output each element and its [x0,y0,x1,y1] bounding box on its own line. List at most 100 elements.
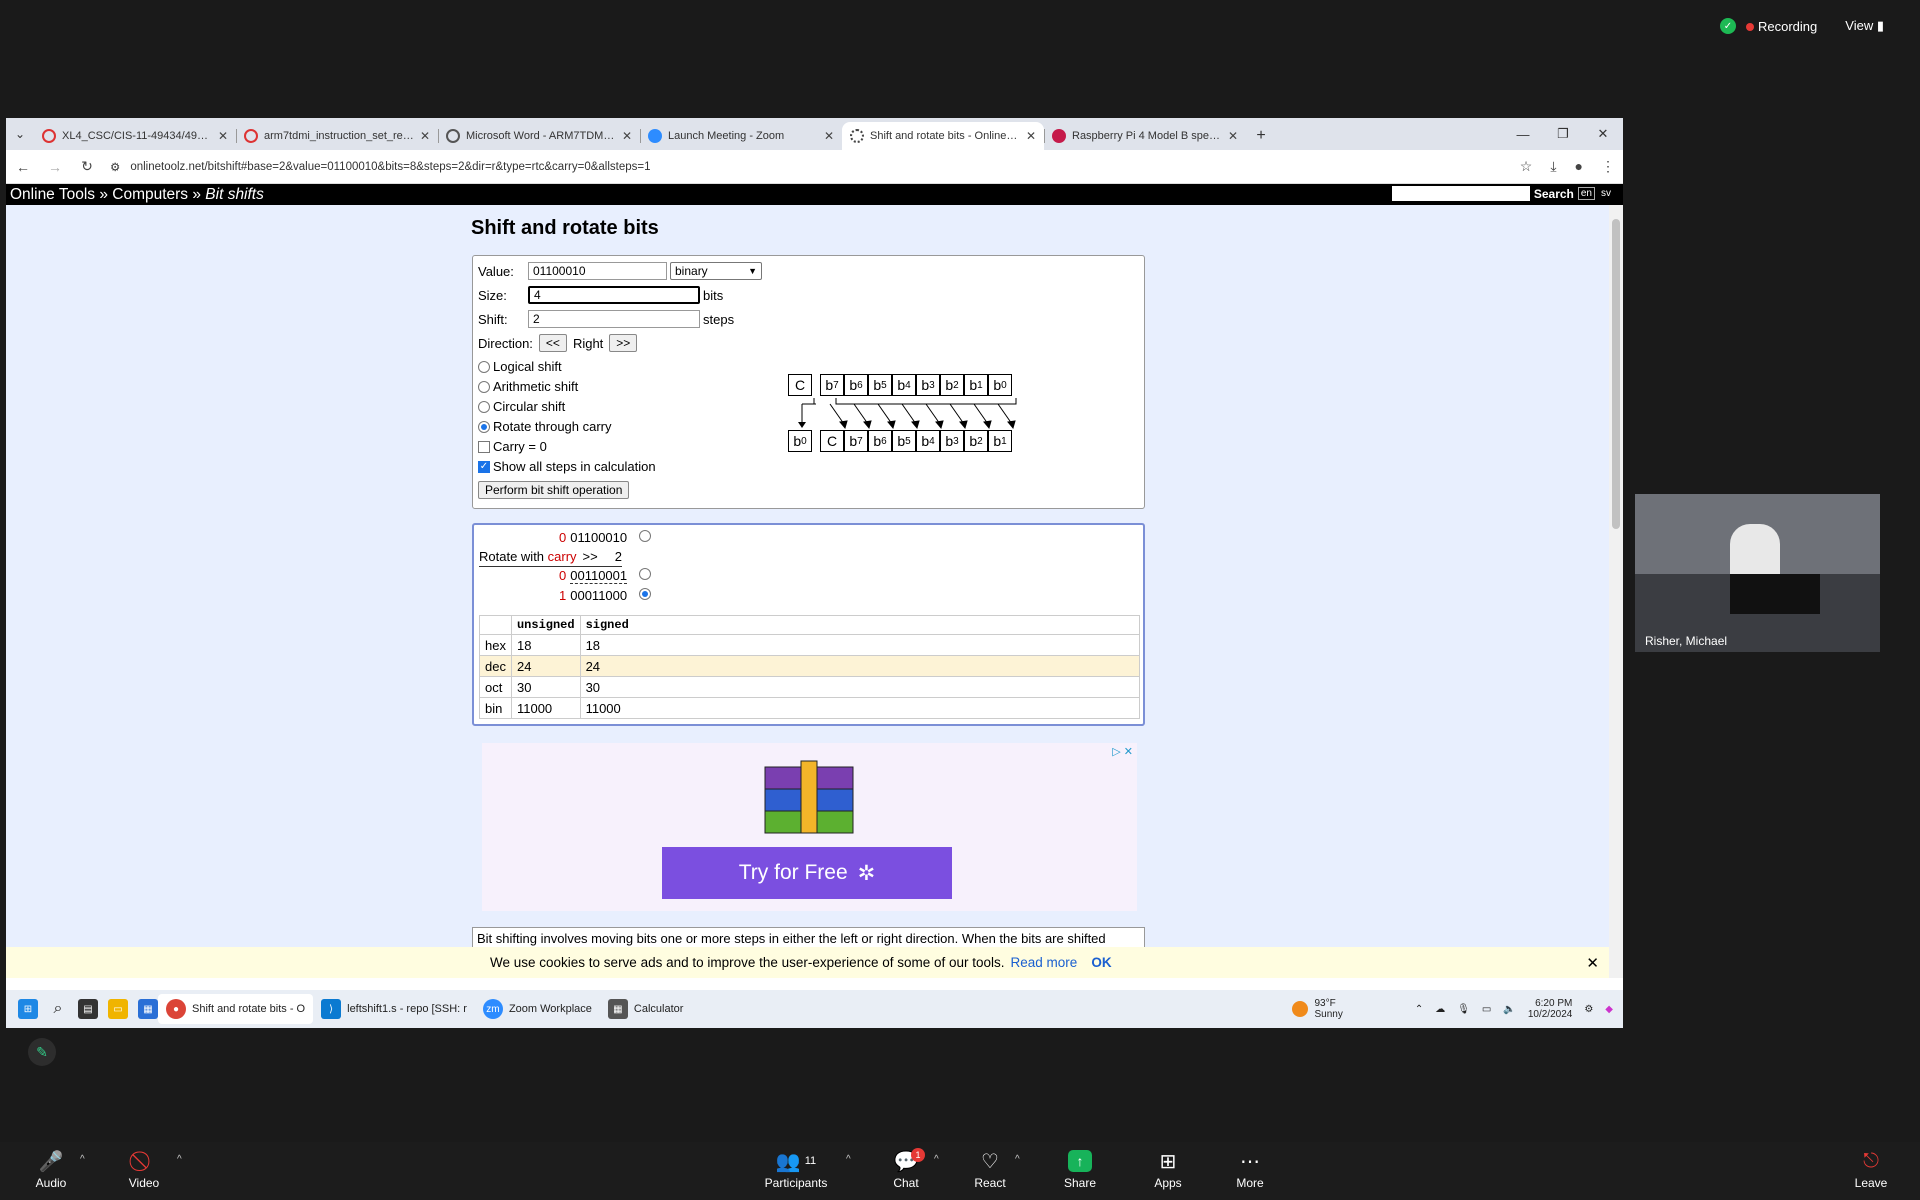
react-caret-icon[interactable]: ^ [1015,1154,1020,1165]
chat-caret-icon[interactable]: ^ [934,1154,939,1165]
url-field[interactable]: ⚙ onlinetoolz.net/bitshift#base=2&value=… [110,160,1506,174]
checkbox-carry-zero[interactable] [478,440,490,453]
bookmark-star-icon[interactable]: ☆ [1520,158,1533,175]
weather-widget[interactable]: 93°F Sunny [1292,998,1343,1020]
ad-choices-icon[interactable]: ▷ ✕ [1112,745,1133,758]
view-menu[interactable]: View ▮ [1845,18,1884,34]
leave-button[interactable]: ⎋ Leave [1836,1150,1906,1191]
taskbar-chrome[interactable]: ● Shift and rotate bits - O [158,994,314,1024]
cookie-ok-button[interactable]: OK [1091,955,1111,970]
tab-search-button[interactable]: ⌄ [6,118,34,150]
participants-caret-icon[interactable]: ^ [846,1154,851,1165]
option-circular[interactable]: Circular shift [478,399,565,414]
scroll-thumb[interactable] [1612,219,1620,529]
copilot-icon[interactable]: ◆ [1605,1004,1613,1015]
annotate-pencil-icon[interactable]: ✎ [28,1038,56,1066]
crumb-computers[interactable]: Computers [112,186,188,203]
base-select[interactable]: binary ▼ [670,262,762,280]
audio-button[interactable]: 🎤 Audio [16,1150,86,1191]
perform-button[interactable]: Perform bit shift operation [478,481,630,499]
file-explorer-icon[interactable]: ▭ [108,999,128,1019]
tab-shift-rotate[interactable]: Shift and rotate bits - Online To ✕ [842,122,1044,150]
radio-rotate-carry[interactable] [478,420,490,433]
forward-icon[interactable]: → [46,159,64,175]
result-step-radio[interactable] [639,530,652,542]
option-logical[interactable]: Logical shift [478,359,562,374]
radio-arithmetic[interactable] [478,380,490,393]
security-shield-icon[interactable]: ✓ [1720,18,1736,34]
option-rotate-carry[interactable]: Rotate through carry [478,419,612,434]
crumb-separator: » [188,185,206,203]
taskbar-zoom[interactable]: zm Zoom Workplace [475,994,600,1024]
result-step-radio[interactable] [639,588,652,600]
tab-close-icon[interactable]: ✕ [622,129,632,143]
video-caret-icon[interactable]: ^ [177,1154,182,1165]
new-tab-button[interactable]: + [1246,122,1276,150]
try-for-free-button[interactable]: Try for Free ✲ [662,847,952,899]
direction-left-button[interactable]: << [538,334,567,352]
volume-icon[interactable]: 🔈 [1503,1004,1515,1015]
microphone-icon[interactable]: 🎙 [1457,1004,1470,1015]
close-window-icon[interactable]: ✕ [1583,118,1623,150]
advertisement[interactable]: ▷ ✕ Try for Free ✲ [482,743,1137,911]
tab-close-icon[interactable]: ✕ [1228,129,1238,143]
taskbar-calculator[interactable]: ▦ Calculator [600,994,692,1024]
tab-arm7tdmi[interactable]: arm7tdmi_instruction_set_refer ✕ [236,122,438,150]
tab-close-icon[interactable]: ✕ [1026,129,1036,143]
task-view-icon[interactable]: ▤ [78,999,98,1019]
tab-close-icon[interactable]: ✕ [420,129,430,143]
apps-button[interactable]: ⊞ Apps [1133,1150,1203,1191]
restore-icon[interactable]: ❐ [1543,118,1583,150]
network-icon[interactable]: ▭ [1482,1004,1491,1015]
notification-icon[interactable]: ⚙ [1584,1004,1593,1015]
lang-sv-button[interactable]: sv [1599,188,1613,199]
direction-right-button[interactable]: >> [609,334,638,352]
value-input[interactable]: 01100010 [528,262,667,280]
tab-close-icon[interactable]: ✕ [218,129,228,143]
clock[interactable]: 6:20 PM 10/2/2024 [1528,998,1573,1020]
audio-caret-icon[interactable]: ^ [80,1154,85,1165]
profile-icon[interactable]: ● [1575,158,1583,175]
recording-status[interactable]: Recording [1746,19,1817,34]
cookie-close-icon[interactable]: ✕ [1586,954,1599,972]
tab-raspberry[interactable]: Raspberry Pi 4 Model B specific ✕ [1044,122,1246,150]
windows-start-icon[interactable]: ⊞ [18,999,38,1019]
more-button[interactable]: ⋯ More [1215,1150,1285,1191]
share-button[interactable]: ↑ Share [1045,1150,1115,1190]
onedrive-icon[interactable]: ☁ [1435,1004,1445,1015]
tab-word[interactable]: Microsoft Word - ARM7TDMI In ✕ [438,122,640,150]
site-search-input[interactable] [1391,186,1530,201]
chevron-up-icon[interactable]: ⌃ [1415,1004,1423,1015]
site-search-button[interactable]: Search [1534,187,1574,201]
radio-logical[interactable] [478,360,490,373]
minimize-icon[interactable]: — [1503,118,1543,150]
taskbar-vscode[interactable]: ⟩ leftshift1.s - repo [SSH: r [313,994,475,1024]
option-arithmetic[interactable]: Arithmetic shift [478,379,578,394]
tab-xl4[interactable]: XL4_CSC/CIS-11-49434/49433/ ✕ [34,122,236,150]
reload-icon[interactable]: ↻ [78,158,96,175]
checkbox-show-steps[interactable]: ✓ [478,460,490,473]
participant-video[interactable]: Risher, Michael [1635,494,1880,652]
tab-zoom[interactable]: Launch Meeting - Zoom ✕ [640,122,842,150]
search-icon[interactable]: ⌕ [48,999,68,1019]
back-icon[interactable]: ← [14,159,32,175]
option-carry-zero[interactable]: Carry = 0 [478,439,547,454]
page-scrollbar[interactable] [1609,205,1623,978]
download-icon[interactable]: ⤓ [1550,158,1556,175]
read-more-link[interactable]: Read more [1011,955,1078,970]
crumb-online-tools[interactable]: Online Tools [10,186,95,203]
site-info-icon[interactable]: ⚙ [110,160,120,174]
chat-button[interactable]: 💬 Chat [871,1150,941,1191]
diagram-arrow [901,403,917,425]
result-step-radio[interactable] [639,568,652,580]
participants-button[interactable]: 👥 11 Participants [761,1150,831,1191]
video-button[interactable]: ⃠Video [109,1150,179,1190]
option-show-steps[interactable]: ✓ Show all steps in calculation [478,459,656,474]
radio-circular[interactable] [478,400,490,413]
lang-en-button[interactable]: en [1577,187,1595,200]
store-icon[interactable]: ▦ [138,999,158,1019]
menu-kebab-icon[interactable]: ⋮ [1601,158,1615,175]
size-input[interactable]: 4 [528,286,700,304]
tab-close-icon[interactable]: ✕ [824,129,834,143]
shift-input[interactable]: 2 [528,310,700,328]
